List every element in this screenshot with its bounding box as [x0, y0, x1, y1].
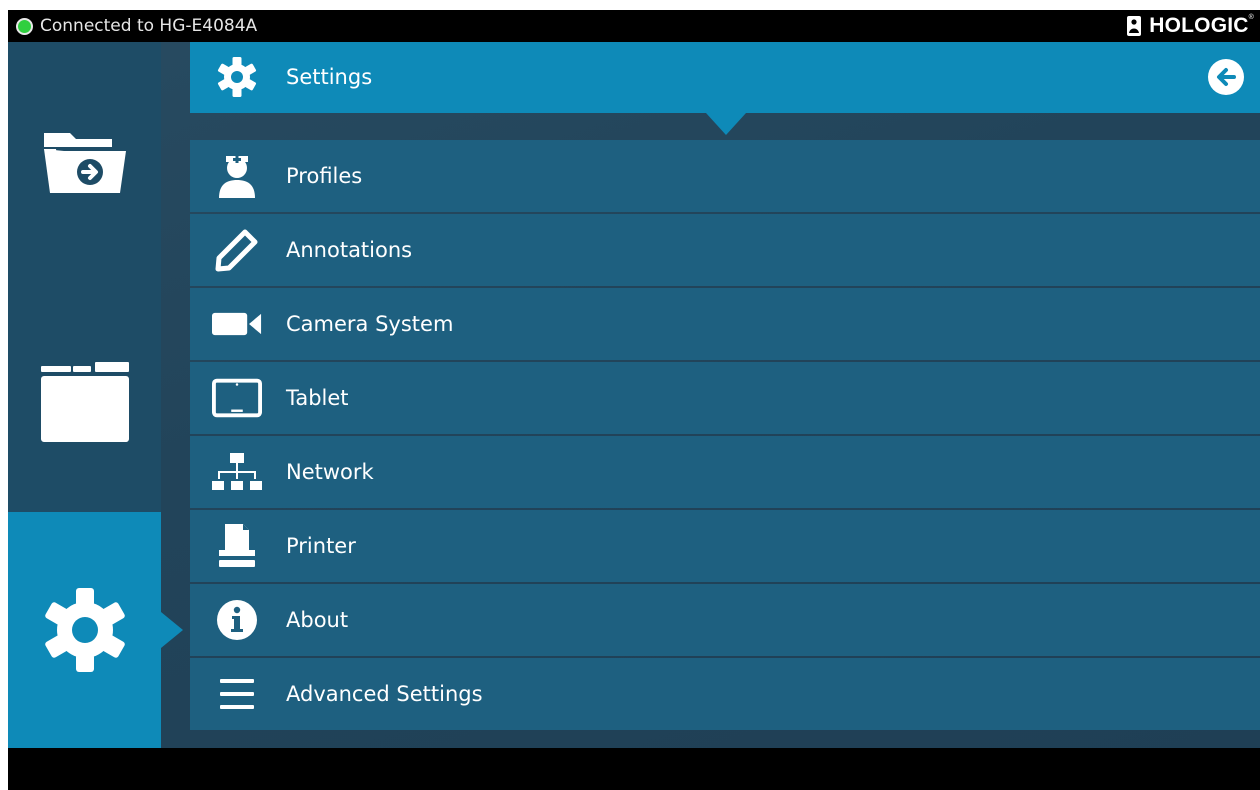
menu-item-label: Profiles [286, 164, 363, 188]
back-arrow-icon [1217, 68, 1236, 86]
network-icon [212, 450, 262, 494]
menu-item-advanced-settings[interactable]: Advanced Settings [190, 658, 1260, 730]
menu-item-label: Network [286, 460, 374, 484]
printer-icon [212, 524, 262, 568]
gear-icon [44, 588, 125, 672]
menu-item-printer[interactable]: Printer [190, 510, 1260, 582]
brand-logo: HOLOGIC® [1127, 14, 1254, 38]
menu-item-label: Advanced Settings [286, 682, 483, 706]
menu-item-label: Printer [286, 534, 356, 558]
back-button[interactable] [1208, 59, 1244, 95]
connection-status-indicator [16, 18, 33, 35]
menu-item-label: Annotations [286, 238, 413, 262]
status-bar: Connected to HG-E4084A HOLOGIC® [8, 10, 1260, 42]
menu-icon [212, 672, 262, 716]
header-pointer [706, 113, 746, 135]
connection-status-text: Connected to HG-E4084A [40, 16, 258, 36]
sidebar-item-browse[interactable] [8, 282, 161, 522]
sidebar-item-open[interactable] [8, 42, 161, 282]
folder-arrow-icon [43, 133, 126, 193]
page-title: Settings [286, 65, 373, 89]
brand-name: HOLOGIC® [1149, 14, 1254, 37]
menu-item-label: Camera System [286, 312, 454, 336]
menu-item-profiles[interactable]: Profiles [190, 140, 1260, 212]
menu-item-camera-system[interactable]: Camera System [190, 288, 1260, 360]
menu-item-network[interactable]: Network [190, 436, 1260, 508]
tablet-icon [212, 376, 262, 420]
settings-menu: Profiles Annotations Camera System Table… [190, 140, 1260, 732]
main-area: Settings Profiles Annotations Camera Sys… [8, 42, 1260, 748]
menu-item-annotations[interactable]: Annotations [190, 214, 1260, 286]
video-camera-icon [212, 302, 262, 346]
sidebar [8, 42, 183, 748]
menu-item-label: About [286, 608, 349, 632]
hologic-logo-icon [1127, 16, 1142, 36]
folder-icon [40, 362, 129, 442]
settings-header: Settings [190, 42, 1260, 113]
menu-item-tablet[interactable]: Tablet [190, 362, 1260, 434]
active-indicator [161, 612, 183, 648]
sidebar-item-settings[interactable] [8, 512, 161, 748]
menu-item-about[interactable]: About [190, 584, 1260, 656]
app-screen: Connected to HG-E4084A HOLOGIC® Settings… [8, 10, 1260, 790]
info-icon [212, 598, 262, 642]
pencil-icon [212, 228, 262, 272]
gear-icon [217, 57, 257, 97]
nurse-icon [212, 154, 262, 198]
menu-item-label: Tablet [286, 386, 349, 410]
